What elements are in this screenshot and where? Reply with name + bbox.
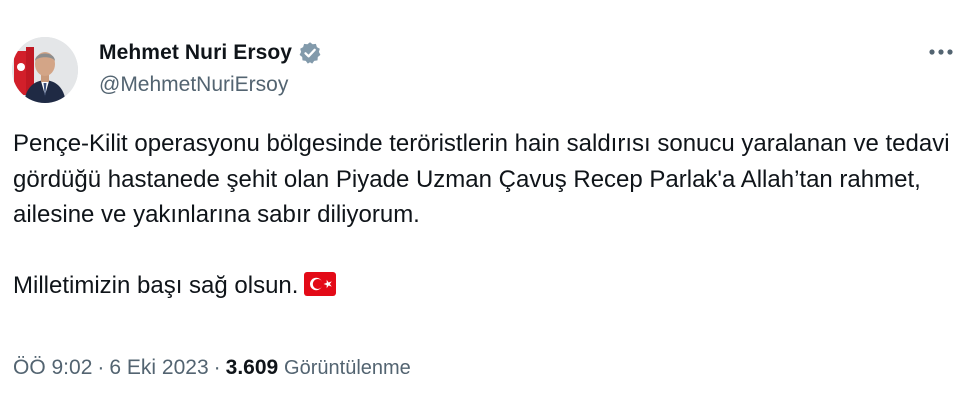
- author-display-name[interactable]: Mehmet Nuri Ersoy: [99, 41, 292, 65]
- author-handle[interactable]: @MehmetNuriErsoy: [99, 73, 322, 97]
- tweet-paragraph-closing: Milletimizin başı sağ olsun.: [13, 268, 953, 307]
- tweet-card: Mehmet Nuri Ersoy @MehmetNuriErsoy Pençe…: [0, 0, 977, 410]
- tweet-paragraph-text: Milletimizin başı sağ olsun.: [13, 272, 299, 299]
- tweet-header: Mehmet Nuri Ersoy @MehmetNuriErsoy: [12, 37, 322, 103]
- separator: ·: [97, 356, 105, 379]
- author-names: Mehmet Nuri Ersoy @MehmetNuriErsoy: [99, 39, 322, 97]
- views-count: 3.609: [225, 356, 279, 379]
- views-label: Görüntülenme: [284, 357, 411, 379]
- avatar-photo-icon: [12, 37, 78, 103]
- name-row: Mehmet Nuri Ersoy: [99, 39, 322, 67]
- verified-badge-icon[interactable]: [298, 41, 322, 65]
- turkey-flag-icon: [304, 271, 337, 307]
- tweet-time[interactable]: ÖÖ 9:02: [13, 356, 92, 379]
- tweet-meta: ÖÖ 9:02 · 6 Eki 2023 · 3.609 Görüntülenme: [13, 356, 411, 380]
- tweet-paragraph: Pençe-Kilit operasyonu bölgesinde teröri…: [13, 130, 950, 228]
- tweet-date[interactable]: 6 Eki 2023: [109, 356, 208, 379]
- avatar[interactable]: [12, 37, 78, 103]
- more-options-icon[interactable]: [927, 40, 955, 64]
- separator: ·: [213, 356, 221, 379]
- tweet-text: Pençe-Kilit operasyonu bölgesinde teröri…: [13, 126, 953, 307]
